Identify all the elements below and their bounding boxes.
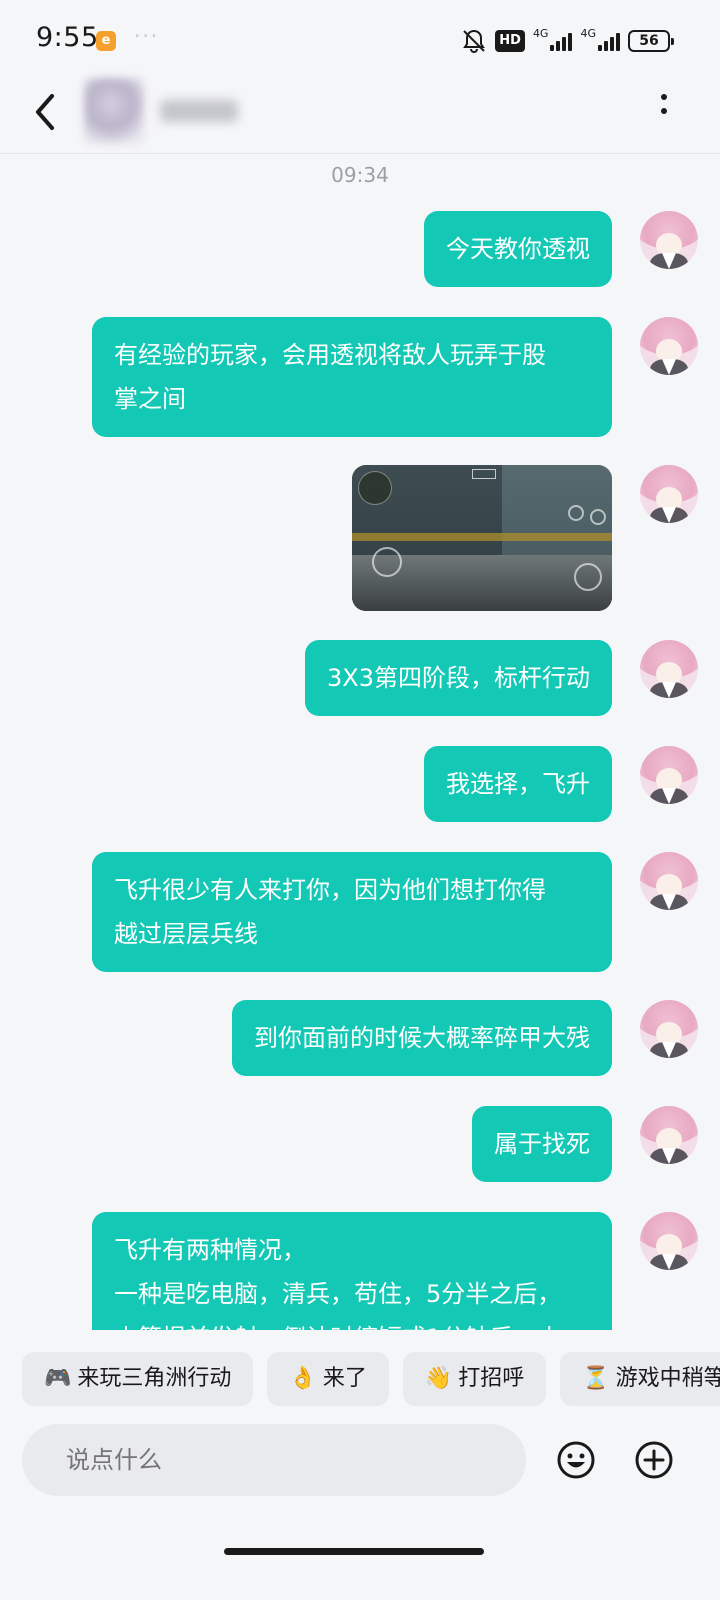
user-avatar[interactable] <box>640 852 698 910</box>
hd-voice-icon: HD <box>495 30 525 52</box>
message-bubble[interactable]: 飞升很少有人来打你，因为他们想打你得 越过层层兵线 <box>92 852 612 972</box>
user-avatar[interactable] <box>640 317 698 375</box>
user-avatar[interactable] <box>640 211 698 269</box>
message-bubble[interactable]: 属于找死 <box>472 1106 612 1182</box>
quick-reply-label: 游戏中稍等 <box>615 1366 720 1391</box>
message-text: 3X3第四阶段，标杆行动 <box>305 640 612 716</box>
message-text: 飞升很少有人来打你，因为他们想打你得 越过层层兵线 <box>92 852 612 972</box>
message-bubble[interactable]: 到你面前的时候大概率碎甲大残 <box>232 1000 612 1076</box>
message-text: 我选择，飞升 <box>424 746 612 822</box>
message-text: 今天教你透视 <box>424 211 612 287</box>
user-avatar[interactable] <box>640 746 698 804</box>
message-text: 有经验的玩家，会用透视将敌人玩弄于股 掌之间 <box>92 317 612 437</box>
signal-icon-2 <box>598 31 620 51</box>
user-avatar[interactable] <box>640 465 698 523</box>
message-bubble[interactable]: 有经验的玩家，会用透视将敌人玩弄于股 掌之间 <box>92 317 612 437</box>
message-timestamp: 09:34 <box>331 163 389 187</box>
game-screenshot-image[interactable] <box>352 465 612 611</box>
emoji-button[interactable] <box>556 1440 596 1480</box>
message-text: 到你面前的时候大概率碎甲大残 <box>232 1000 612 1076</box>
message-image[interactable] <box>352 465 612 611</box>
status-time: 9:55 <box>36 22 99 53</box>
quick-reply-chip[interactable]: 👋 打招呼 <box>402 1352 547 1406</box>
mute-bell-icon <box>463 29 486 54</box>
more-notifications-icon: ··· <box>134 24 160 48</box>
message-bubble[interactable]: 我选择，飞升 <box>424 746 612 822</box>
quick-reply-chip[interactable]: 👌 来了 <box>267 1352 389 1406</box>
hourglass-icon: ⏳ <box>582 1366 610 1391</box>
message-text: 属于找死 <box>472 1106 612 1182</box>
user-avatar[interactable] <box>640 640 698 698</box>
quick-reply-chip[interactable]: 🎮 来玩三角洲行动 <box>22 1352 254 1406</box>
message-bubble[interactable]: 3X3第四阶段，标杆行动 <box>305 640 612 716</box>
contact-avatar[interactable] <box>84 78 144 144</box>
more-vertical-icon <box>661 94 667 100</box>
battery-icon: 56 <box>628 30 674 52</box>
plus-button[interactable] <box>634 1440 674 1480</box>
chevron-left-icon <box>36 94 54 130</box>
home-indicator[interactable] <box>224 1548 484 1555</box>
signal-icon <box>550 31 573 51</box>
quick-reply-label: 来玩三角洲行动 <box>77 1366 232 1391</box>
network-type-2: 4G <box>580 26 596 40</box>
user-avatar[interactable] <box>640 1106 698 1164</box>
back-button[interactable] <box>28 86 68 138</box>
app-notification-icon: e <box>96 31 116 51</box>
chat-header <box>0 70 720 154</box>
wave-icon: 👋 <box>424 1366 453 1391</box>
ok-hand-icon: 👌 <box>289 1366 317 1391</box>
network-type-1: 4G <box>532 26 549 40</box>
gamepad-icon: 🎮 <box>44 1366 72 1391</box>
user-avatar[interactable] <box>640 1212 698 1270</box>
quick-reply-label: 来了 <box>322 1366 367 1391</box>
composer-area: 🎮 来玩三角洲行动 👌 来了 👋 打招呼 ⏳ 游戏中稍等 <box>0 1330 720 1600</box>
message-bubble[interactable]: 今天教你透视 <box>424 211 612 287</box>
plus-circle-icon <box>635 1441 673 1479</box>
status-icons: HD 4G 4G 56 <box>461 26 674 56</box>
message-input[interactable] <box>22 1424 526 1496</box>
more-button[interactable] <box>658 94 670 130</box>
user-avatar[interactable] <box>640 1000 698 1058</box>
quick-reply-label: 打招呼 <box>458 1366 525 1391</box>
quick-reply-chip[interactable]: ⏳ 游戏中稍等 <box>560 1352 720 1406</box>
contact-name[interactable] <box>160 100 238 122</box>
quick-reply-row: 🎮 来玩三角洲行动 👌 来了 👋 打招呼 ⏳ 游戏中稍等 <box>22 1352 720 1406</box>
smiley-icon <box>557 1441 595 1479</box>
